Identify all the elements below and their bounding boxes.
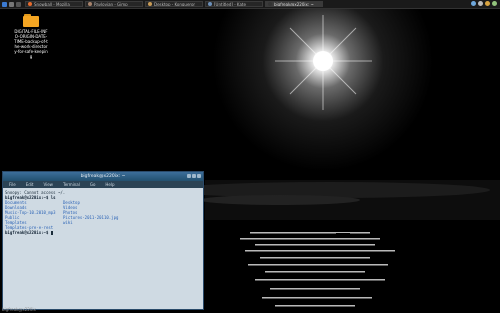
folder-icon (148, 2, 152, 6)
gimp-icon (88, 2, 92, 6)
menu-item-file[interactable]: File (9, 182, 16, 187)
app-menu[interactable] (2, 1, 21, 7)
folder-icon (23, 14, 39, 27)
taskbar-item-label: Desktop - Konqueror (154, 1, 196, 7)
files-icon[interactable] (9, 1, 14, 7)
bottom-status: bigfreak@x220ix (2, 307, 36, 312)
network-icon[interactable] (471, 1, 476, 6)
menu-item-edit[interactable]: Edit (26, 182, 34, 187)
desktop-folder-icon[interactable]: DIGITAL-FILE-INFO-ORIGIN-DATE-TIME-backu… (14, 14, 48, 59)
menu-icon[interactable] (2, 1, 7, 7)
taskbar-item-label: Pavlovian - Gimp (94, 1, 128, 7)
taskbar-item-label: bigfreak@x220ix: ~ (274, 1, 314, 7)
battery-icon[interactable] (492, 1, 497, 6)
taskbar-item[interactable]: [Untitled] - Kate (205, 1, 263, 7)
taskbar-item-label: [Untitled] - Kate (214, 1, 246, 7)
terminal-menubar: File Edit View Terminal Go Help (3, 181, 203, 188)
menu-item-help[interactable]: Help (105, 182, 114, 187)
window-title: bigfreak@x220ix: ~ (80, 174, 126, 179)
text-cursor (50, 231, 53, 235)
volume-icon[interactable] (478, 1, 483, 6)
menu-item-view[interactable]: View (43, 182, 53, 187)
system-tray (471, 1, 497, 6)
firefox-icon (28, 2, 32, 6)
taskbar-item-label: Snowball - Mozilla (34, 1, 70, 7)
taskbar-item[interactable]: Desktop - Konqueror (145, 1, 203, 7)
taskbar: Snowball - Mozilla Pavlovian - Gimp Deskto… (25, 1, 323, 7)
shell-prompt: bigfreak@x220ix:~$ (5, 230, 51, 235)
terminal-output[interactable]: Snoopy: Cannot access ~/. bigfreak@x220ix… (3, 188, 203, 237)
top-panel: Snowball - Mozilla Pavlovian - Gimp Deskto… (0, 0, 500, 9)
menu-item-go[interactable]: Go (90, 182, 96, 187)
window-titlebar[interactable]: bigfreak@x220ix: ~ (3, 172, 203, 181)
terminal-launcher-icon[interactable] (16, 1, 21, 7)
kate-icon (208, 2, 212, 6)
taskbar-item[interactable]: Snowball - Mozilla (25, 1, 83, 7)
desktop-icon-label: DIGITAL-FILE-INFO-ORIGIN-DATE-TIME-backu… (14, 29, 48, 59)
chat-icon[interactable] (485, 1, 490, 6)
minimize-icon[interactable] (187, 174, 191, 178)
maximize-icon[interactable] (192, 174, 196, 178)
ls-entry: wiki (63, 220, 73, 225)
close-icon[interactable] (197, 174, 201, 178)
terminal-icon (268, 2, 272, 6)
menu-item-terminal[interactable]: Terminal (63, 182, 80, 187)
taskbar-item[interactable]: bigfreak@x220ix: ~ (265, 1, 323, 7)
taskbar-item[interactable]: Pavlovian - Gimp (85, 1, 143, 7)
terminal-window[interactable]: bigfreak@x220ix: ~ File Edit View Terminal G… (2, 171, 204, 310)
